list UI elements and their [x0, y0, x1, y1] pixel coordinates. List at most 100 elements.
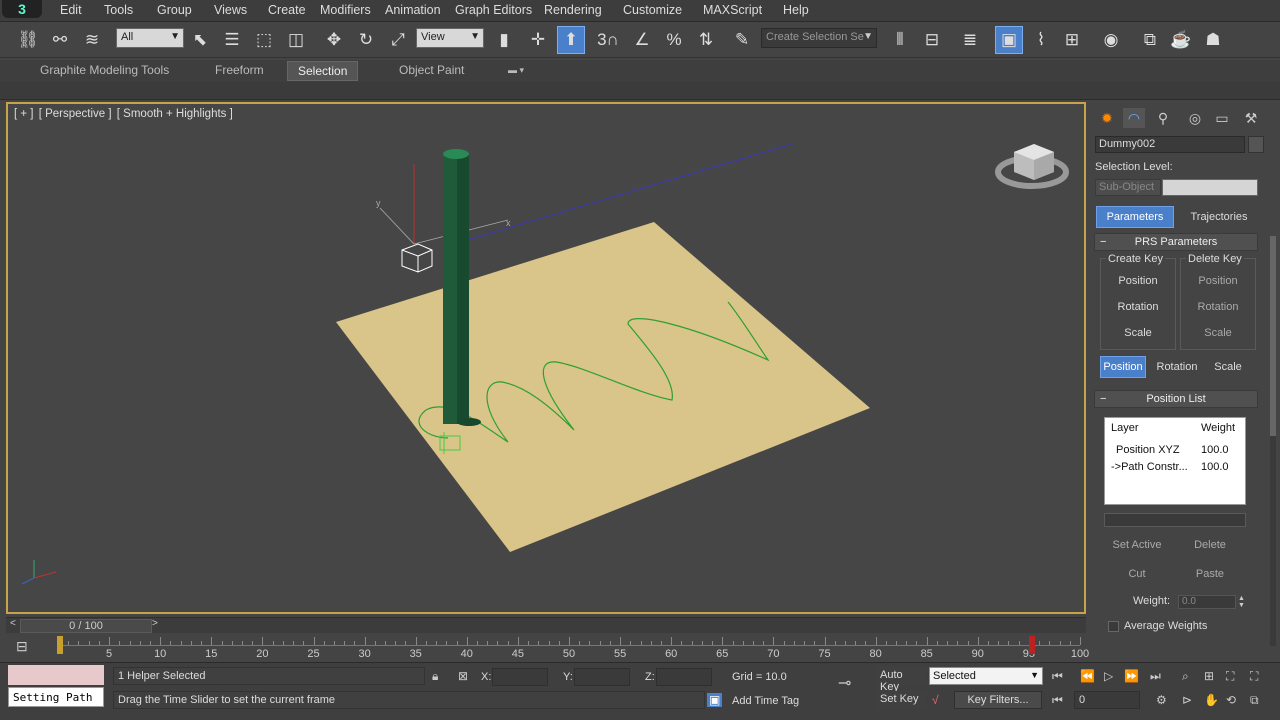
weight-spinner-field[interactable]: 0.0	[1178, 595, 1236, 609]
next-frame-icon[interactable]: >	[152, 618, 158, 629]
hierarchy-tab-icon[interactable]: ⚲	[1152, 108, 1174, 128]
average-weights-checkbox[interactable]	[1108, 621, 1119, 632]
time-tag-icon[interactable]: ▣	[707, 693, 723, 707]
menu-group[interactable]: Group	[157, 3, 192, 17]
time-configuration-icon[interactable]: ⚙	[1156, 693, 1167, 707]
next-key-icon[interactable]: ⏩	[1124, 669, 1139, 683]
window-crossing-icon[interactable]: ◫	[282, 26, 310, 54]
align-icon[interactable]: ⊟	[918, 26, 946, 54]
frame-ruler[interactable]: 5 10 15 20 25 30 35 40 45 50 55 60 65 70 75 80 85 90 95 100	[58, 636, 1089, 660]
delete-scale-key-button[interactable]: Scale	[1188, 322, 1248, 344]
object-name-field[interactable]: Dummy002	[1095, 136, 1245, 153]
paste-button[interactable]: Paste	[1178, 563, 1242, 585]
previous-key-icon[interactable]: ⏪	[1080, 669, 1095, 683]
absolute-mode-icon[interactable]: ⊠	[458, 669, 468, 683]
bind-space-warp-icon[interactable]: ≋	[78, 26, 106, 54]
scale-mode-button[interactable]: Scale	[1206, 356, 1250, 378]
create-scale-key-button[interactable]: Scale	[1108, 322, 1168, 344]
command-panel-scrollbar[interactable]	[1270, 236, 1276, 646]
menu-help[interactable]: Help	[783, 3, 809, 17]
key-mode-icon[interactable]: √	[932, 693, 939, 707]
spinner-arrows-icon[interactable]: ▲ ▼	[1238, 595, 1246, 609]
auto-key-button[interactable]: Auto Key	[876, 667, 926, 693]
menu-maxscript[interactable]: MAXScript	[703, 3, 762, 17]
zoom-all-icon[interactable]: ⊞	[1204, 669, 1214, 683]
list-item[interactable]: Position XYZ 100.0	[1105, 444, 1245, 460]
key-selection-dropdown[interactable]: Selected ▼	[929, 667, 1043, 685]
add-time-tag-button[interactable]: Add Time Tag	[732, 695, 799, 707]
select-object-icon[interactable]: ⬉	[186, 26, 214, 54]
percent-snap-icon[interactable]: %	[660, 26, 688, 54]
maximize-viewport-icon[interactable]: ⧉	[1250, 693, 1259, 708]
menu-views[interactable]: Views	[214, 3, 247, 17]
menu-graph-editors[interactable]: Graph Editors	[455, 3, 532, 17]
field-of-view-icon[interactable]: ⊳	[1182, 693, 1192, 707]
delete-layer-button[interactable]: Delete	[1178, 534, 1242, 556]
perspective-viewport[interactable]: [ + ] [ Perspective ] [ Smooth + Highlig…	[6, 102, 1086, 614]
mini-curve-editor-icon[interactable]: ⊟	[16, 638, 28, 655]
selection-filter-dropdown[interactable]: All ▼	[116, 28, 184, 48]
select-by-name-icon[interactable]: ☰	[218, 26, 246, 54]
set-active-button[interactable]: Set Active	[1104, 534, 1170, 556]
create-rotation-key-button[interactable]: Rotation	[1108, 296, 1168, 318]
delete-position-key-button[interactable]: Position	[1188, 270, 1248, 292]
named-selection-set-field[interactable]: Create Selection Se ▼	[761, 28, 877, 48]
maxscript-listener-pink[interactable]	[8, 665, 104, 685]
delete-rotation-key-button[interactable]: Rotation	[1188, 296, 1248, 318]
y-coordinate-field[interactable]	[574, 668, 630, 686]
key-mode-toggle-icon[interactable]: ⏮	[1052, 693, 1063, 708]
select-and-scale-icon[interactable]: ⤢	[384, 26, 412, 54]
menu-customize[interactable]: Customize	[623, 3, 682, 17]
edit-named-selection-icon[interactable]: ✎	[728, 26, 756, 54]
time-slider[interactable]: < 0 / 100 >	[6, 617, 1086, 633]
sub-object-dropdown[interactable]	[1162, 179, 1258, 196]
trajectories-button[interactable]: Trajectories	[1180, 206, 1258, 228]
viewcube[interactable]	[995, 144, 1069, 189]
modify-tab-icon[interactable]: ◠	[1123, 108, 1145, 128]
create-position-key-button[interactable]: Position	[1108, 270, 1168, 292]
spinner-snap-icon[interactable]: ⇅	[692, 26, 720, 54]
zoom-extents-icon[interactable]: ⛶	[1226, 669, 1234, 684]
time-slider-thumb[interactable]: 0 / 100	[20, 619, 152, 633]
select-and-link-icon[interactable]: ⛓	[14, 26, 42, 54]
rotation-mode-button[interactable]: Rotation	[1152, 356, 1202, 378]
zoom-extents-all-icon[interactable]: ⛶	[1250, 669, 1258, 684]
animation-key-marker[interactable]	[1029, 636, 1035, 654]
list-item[interactable]: ->Path Constr... 100.0	[1105, 461, 1245, 477]
object-color-swatch[interactable]	[1248, 136, 1264, 153]
pivot-point-center-icon[interactable]: ▮	[490, 26, 518, 54]
pan-view-icon[interactable]: ✋	[1204, 693, 1219, 707]
layer-manager-icon[interactable]: ≣	[956, 26, 984, 54]
go-to-start-icon[interactable]: ⏮	[1052, 669, 1063, 684]
tab-selection[interactable]: Selection	[287, 61, 359, 81]
track-bar[interactable]: ⊟ 5 10 15 20 25 30 35 40 45 50 55 60 65 70 75 80 85 90 95 1…	[0, 634, 1090, 662]
rectangular-selection-icon[interactable]: ⬚	[250, 26, 278, 54]
current-frame-field[interactable]: 0	[1074, 691, 1140, 709]
tab-object-paint[interactable]: Object Paint	[399, 63, 464, 77]
material-editor-icon[interactable]: ◉	[1097, 26, 1125, 54]
go-to-end-icon[interactable]: ⏭	[1150, 669, 1161, 684]
motion-tab-icon[interactable]: ◎	[1184, 108, 1206, 128]
menu-animation[interactable]: Animation	[385, 3, 441, 17]
reference-coordinate-dropdown[interactable]: View ▼	[416, 28, 484, 48]
ribbon-options-icon[interactable]: ▬ ▾	[508, 65, 524, 76]
default-keys-icon[interactable]: ⊸	[838, 673, 851, 693]
position-list-rollout[interactable]: − Position List	[1094, 390, 1258, 408]
schematic-view-icon[interactable]: ⊞	[1058, 26, 1086, 54]
render-production-icon[interactable]: ☗	[1199, 26, 1227, 54]
curve-editor-icon[interactable]: ⌇	[1027, 26, 1055, 54]
select-and-rotate-icon[interactable]: ↻	[352, 26, 380, 54]
menu-tools[interactable]: Tools	[104, 3, 133, 17]
scrollbar-thumb[interactable]	[1270, 236, 1276, 436]
rendered-frame-window-icon[interactable]: ☕	[1167, 26, 1195, 54]
zoom-icon[interactable]: ⌕	[1182, 669, 1189, 684]
display-tab-icon[interactable]: ▭	[1211, 108, 1233, 128]
graphite-toggle-icon[interactable]: ▣	[995, 26, 1023, 54]
select-and-move-icon[interactable]: ✥	[320, 26, 348, 54]
utilities-tab-icon[interactable]: ⚒	[1240, 108, 1262, 128]
tab-freeform[interactable]: Freeform	[215, 63, 264, 77]
position-list[interactable]: Layer Weight Position XYZ 100.0 ->Path C…	[1104, 417, 1246, 505]
layer-name-input[interactable]	[1104, 513, 1246, 527]
key-filters-button[interactable]: Key Filters...	[954, 691, 1042, 709]
z-coordinate-field[interactable]	[656, 668, 712, 686]
